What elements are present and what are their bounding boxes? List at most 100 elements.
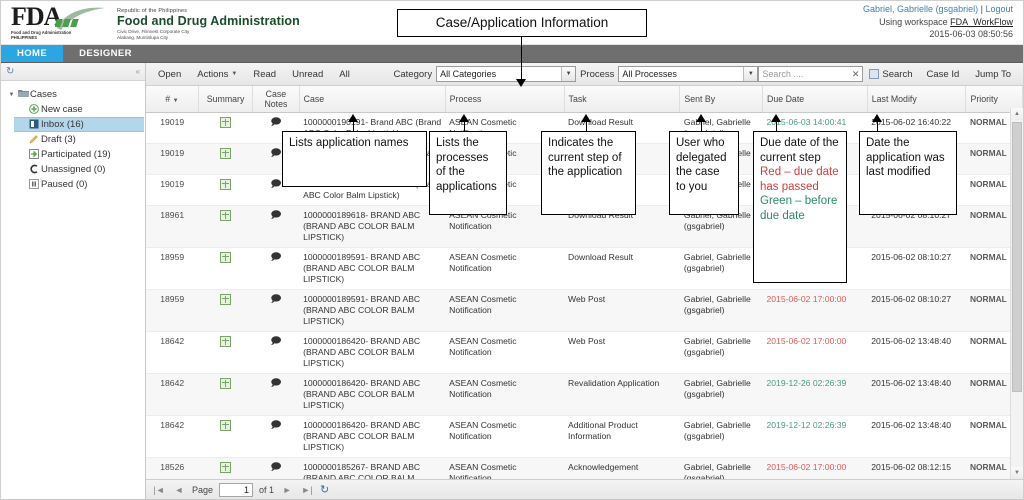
- case-notes-icon[interactable]: 🗩: [270, 148, 281, 159]
- refresh-icon[interactable]: ↻: [6, 66, 14, 77]
- sidebar-item-label: New case: [41, 104, 83, 115]
- cell-case: 1000000186420- BRAND ABC (BRAND ABC COLO…: [299, 415, 446, 458]
- all-filter-button[interactable]: All: [331, 67, 358, 82]
- first-page-button[interactable]: |◄: [152, 485, 166, 495]
- cell-last-modify: 2015-06-02 08:10:27: [867, 247, 966, 290]
- table-row[interactable]: 18642 🗩 1000000186420- BRAND ABC (BRAND AB…: [146, 373, 1023, 416]
- prev-page-button[interactable]: ◄: [172, 485, 186, 495]
- summary-icon[interactable]: [220, 294, 232, 305]
- summary-icon[interactable]: [220, 148, 232, 159]
- scroll-up-icon[interactable]: ▲: [1011, 108, 1023, 120]
- actions-menu-button[interactable]: Actions ▼: [189, 67, 245, 82]
- chevron-down-icon[interactable]: ▼: [7, 92, 16, 98]
- cell-due-date: 2015-06-02 17:00:00: [762, 289, 868, 332]
- next-page-button[interactable]: ►: [280, 485, 294, 495]
- sidebar-item-participated[interactable]: Participated (19): [14, 147, 145, 162]
- column-header-num[interactable]: # ▼: [146, 86, 199, 113]
- annotation-lastmodify-arrow: [872, 114, 882, 122]
- table-row[interactable]: 18526 🗩 1000000185267- BRAND ABC (BRAND AB…: [146, 457, 1023, 479]
- sidebar-item-draft[interactable]: Draft (3): [14, 132, 145, 147]
- search-button[interactable]: Search: [863, 67, 918, 82]
- summary-icon[interactable]: [220, 336, 232, 347]
- cell-process: ASEAN Cosmetic Notification: [445, 331, 565, 374]
- inbox-panel: Open Actions ▼ Read Unread All Category …: [146, 63, 1023, 499]
- case-notes-icon[interactable]: 🗩: [270, 179, 281, 190]
- open-button[interactable]: Open: [150, 67, 189, 82]
- summary-icon[interactable]: [220, 252, 232, 263]
- case-notes-icon[interactable]: 🗩: [270, 420, 281, 431]
- case-id-field[interactable]: Case Id: [919, 67, 968, 82]
- cell-case: 1000000189618- BRAND ABC (BRAND ABC COLO…: [299, 205, 446, 248]
- cell-case: 1000000186420- BRAND ABC (BRAND ABC COLO…: [299, 331, 446, 374]
- sidebar-item-inbox[interactable]: Inbox (16): [14, 117, 144, 132]
- case-notes-icon[interactable]: 🗩: [270, 294, 281, 305]
- summary-icon[interactable]: [220, 210, 232, 221]
- summary-icon[interactable]: [220, 117, 232, 128]
- column-header-process[interactable]: Process: [445, 86, 565, 113]
- case-notes-icon[interactable]: 🗩: [270, 210, 281, 221]
- case-notes-icon[interactable]: 🗩: [270, 378, 281, 389]
- search-icon: [869, 69, 880, 79]
- case-notes-icon[interactable]: 🗩: [270, 252, 281, 263]
- column-header-last-modify[interactable]: Last Modify: [867, 86, 967, 113]
- last-page-button[interactable]: ►|: [300, 485, 314, 495]
- cell-process: ASEAN Cosmetic Notification: [445, 373, 565, 416]
- column-header-summary[interactable]: Summary: [198, 86, 254, 113]
- cases-tree-children: New case Inbox (16) Draft (3) Participat…: [5, 102, 145, 192]
- scrollbar-thumb[interactable]: [1012, 122, 1022, 392]
- table-row[interactable]: 18642 🗩 1000000186420- BRAND ABC (BRAND AB…: [146, 415, 1023, 458]
- summary-icon[interactable]: [220, 179, 232, 190]
- case-notes-icon[interactable]: 🗩: [270, 336, 281, 347]
- user-info-block: Gabriel, Gabrielle (gsgabriel) | Logout …: [863, 3, 1013, 41]
- summary-icon[interactable]: [220, 462, 232, 473]
- clear-icon[interactable]: ✕: [852, 69, 860, 80]
- process-value: All Processes: [622, 69, 677, 79]
- case-notes-icon[interactable]: 🗩: [270, 117, 281, 128]
- table-row[interactable]: 18642 🗩 1000000186420- BRAND ABC (BRAND AB…: [146, 331, 1023, 374]
- sidebar-item-new-case[interactable]: New case: [14, 102, 145, 117]
- cell-last-modify: 2015-06-02 08:12:15: [867, 457, 966, 479]
- column-header-sent-by[interactable]: Sent By: [679, 86, 763, 113]
- tree-root-cases[interactable]: ▼ Cases: [5, 87, 145, 102]
- chevron-down-icon[interactable]: ▼: [743, 67, 758, 81]
- logout-link[interactable]: Logout: [985, 4, 1013, 14]
- chevron-down-icon[interactable]: ▼: [561, 67, 576, 81]
- cell-case-number: 18959: [146, 247, 199, 290]
- column-header-due-date[interactable]: Due Date: [762, 86, 868, 113]
- cell-task: Revalidation Application: [564, 373, 680, 416]
- column-header-task[interactable]: Task: [564, 86, 681, 113]
- process-select[interactable]: All Processes ▼: [618, 66, 759, 82]
- column-header-case-notes[interactable]: Case Notes: [252, 86, 300, 113]
- table-row[interactable]: 18959 🗩 1000000189591- BRAND ABC (BRAND AB…: [146, 247, 1023, 290]
- cell-summary: [198, 174, 253, 206]
- table-row[interactable]: 18959 🗩 1000000189591- BRAND ABC (BRAND AB…: [146, 289, 1023, 332]
- cell-sent-by: Gabriel, Gabrielle (gsgabriel): [679, 457, 763, 479]
- sidebar-item-label: Draft (3): [41, 134, 76, 145]
- annotation-case-column: Lists application names: [282, 131, 427, 187]
- page-number-input[interactable]: 1: [219, 482, 254, 497]
- search-input[interactable]: Search .... ✕: [758, 66, 864, 82]
- sidebar-item-paused[interactable]: Paused (0): [14, 177, 145, 192]
- cell-task: Web Post: [564, 289, 680, 332]
- user-name-link[interactable]: Gabriel, Gabrielle (gsgabriel): [863, 4, 978, 14]
- annotation-duedate-column: Due date of the current step Red – due d…: [753, 131, 847, 283]
- tab-home[interactable]: HOME: [1, 45, 64, 62]
- cell-case-notes: 🗩: [252, 331, 300, 374]
- sidebar-item-unassigned[interactable]: Unassigned (0): [14, 162, 145, 177]
- tab-designer[interactable]: DESIGNER: [63, 45, 148, 62]
- cell-case: 1000000186420- BRAND ABC (BRAND ABC COLO…: [299, 373, 446, 416]
- case-notes-icon[interactable]: 🗩: [270, 462, 281, 473]
- collapse-icon[interactable]: «: [136, 67, 140, 76]
- summary-icon[interactable]: [220, 378, 232, 389]
- scroll-down-icon[interactable]: ▼: [1011, 467, 1023, 479]
- read-filter-button[interactable]: Read: [245, 67, 284, 82]
- refresh-icon[interactable]: ↻: [320, 483, 329, 496]
- column-header-case[interactable]: Case: [299, 86, 446, 113]
- workspace-line: Using workspace FDA_WorkFlow: [863, 16, 1013, 29]
- summary-icon[interactable]: [220, 420, 232, 431]
- jump-to-button[interactable]: Jump To: [967, 67, 1019, 82]
- category-select[interactable]: All Categories ▼: [436, 66, 577, 82]
- grid-vertical-scrollbar[interactable]: ▲ ▼: [1010, 108, 1023, 479]
- grid-toolbar: Open Actions ▼ Read Unread All Category …: [146, 63, 1023, 86]
- unread-filter-button[interactable]: Unread: [284, 67, 331, 82]
